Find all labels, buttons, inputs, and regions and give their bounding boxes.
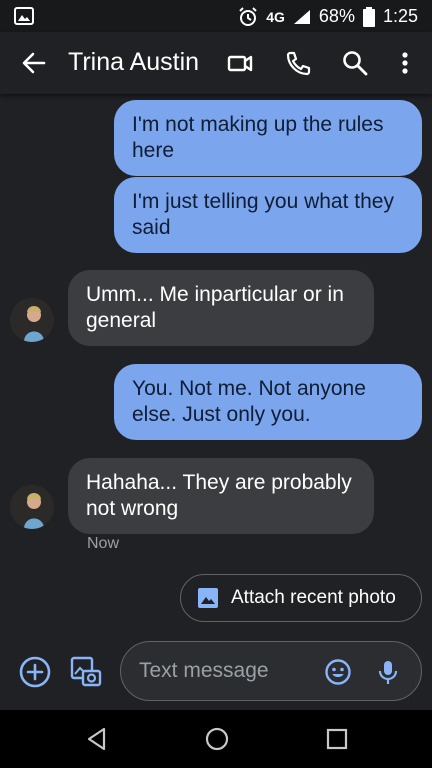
nav-back-icon[interactable] xyxy=(82,724,112,754)
more-vert-icon[interactable] xyxy=(391,49,419,77)
nav-home-icon[interactable] xyxy=(202,724,232,754)
attach-recent-photo-button[interactable]: Attach recent photo xyxy=(180,574,422,622)
network-type: 4G xyxy=(266,8,285,25)
search-icon[interactable] xyxy=(341,49,369,77)
message-bubble-received[interactable]: Hahaha... They are probably not wrong xyxy=(68,458,374,534)
contact-avatar[interactable] xyxy=(10,298,54,342)
alarm-icon xyxy=(239,6,257,26)
emoji-icon[interactable] xyxy=(324,658,352,686)
clock: 1:25 xyxy=(382,6,418,26)
message-bubble-sent[interactable]: I'm not making up the rules here xyxy=(114,100,422,176)
contact-avatar[interactable] xyxy=(10,485,54,529)
message-compose-field[interactable] xyxy=(120,641,422,701)
message-bubble-sent[interactable]: You. Not me. Not anyone else. Just only … xyxy=(114,364,422,440)
add-icon[interactable] xyxy=(19,656,51,688)
message-timestamp: Now xyxy=(87,535,120,552)
phone-icon[interactable] xyxy=(284,49,312,77)
message-bubble-received[interactable]: Umm... Me inparticular or in general xyxy=(68,270,374,346)
image-notification-icon xyxy=(14,7,34,30)
battery-icon xyxy=(362,6,375,27)
status-bar: 4G 68% 1:25 xyxy=(0,0,432,32)
text-message-input[interactable] xyxy=(139,656,319,686)
gallery-icon[interactable] xyxy=(70,656,102,688)
app-bar: Trina Austin xyxy=(0,32,432,94)
contact-name: Trina Austin xyxy=(68,48,200,76)
video-call-icon[interactable] xyxy=(226,49,254,77)
mic-icon[interactable] xyxy=(374,658,402,686)
nav-recents-icon[interactable] xyxy=(322,724,352,754)
message-bubble-sent[interactable]: I'm just telling you what they said xyxy=(114,177,422,253)
system-nav-bar xyxy=(0,710,432,768)
attach-recent-photo-label: Attach recent photo xyxy=(231,587,396,608)
back-arrow-icon[interactable] xyxy=(20,49,48,77)
signal-icon xyxy=(293,9,310,24)
battery-percent: 68% xyxy=(318,6,355,26)
image-icon xyxy=(198,588,218,608)
